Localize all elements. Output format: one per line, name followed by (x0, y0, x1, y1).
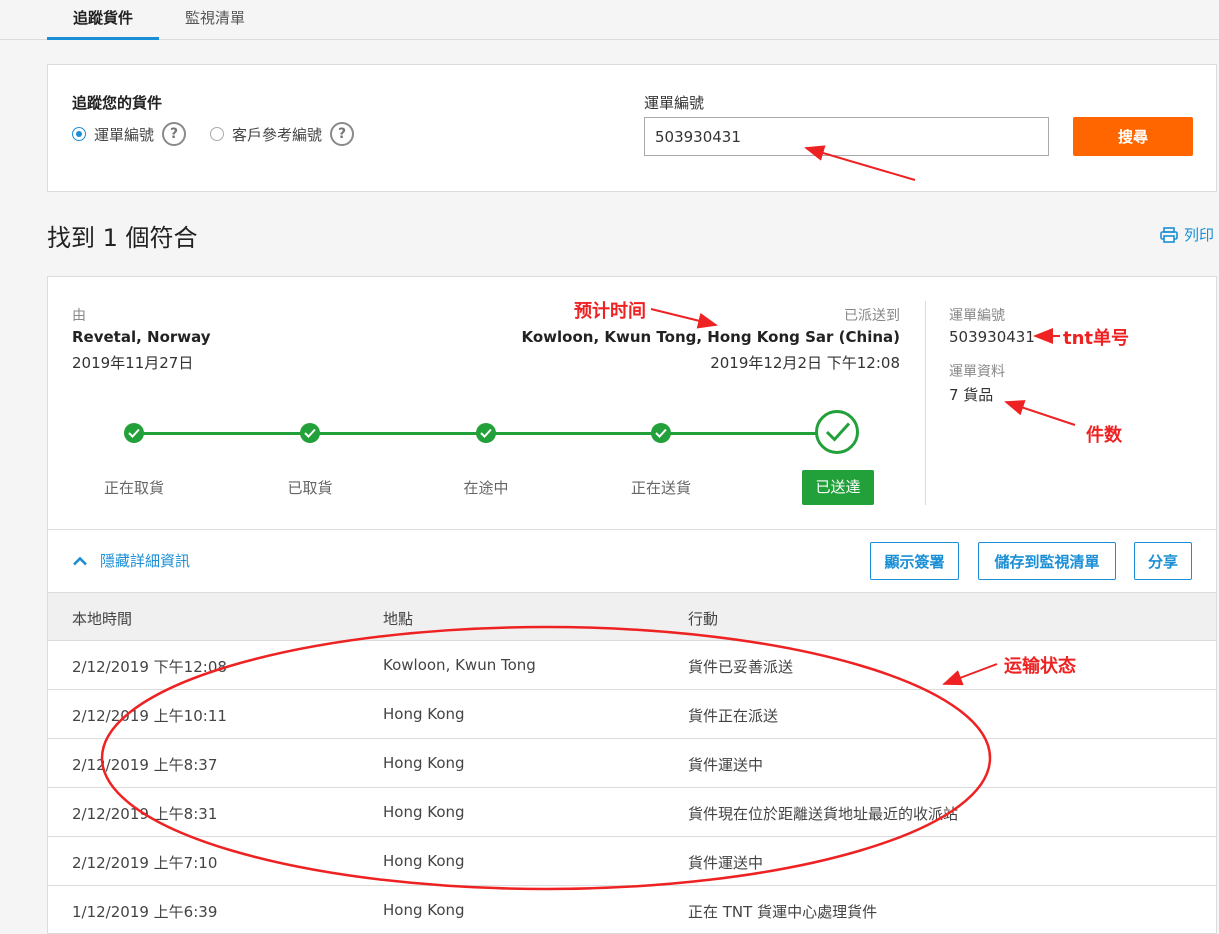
section-divider (48, 529, 1216, 530)
row-time: 1/12/2019 上午6:39 (72, 903, 218, 921)
tab-watchlist[interactable]: 監視清單 (170, 0, 260, 40)
search-type-options: 運單編號 ? 客戶參考編號 ? (72, 122, 355, 146)
origin-date: 2019年11月27日 (72, 354, 194, 372)
row-location: Hong Kong (383, 852, 465, 870)
row-action: 貨件運送中 (688, 756, 764, 774)
step-check-icon (651, 423, 671, 443)
radio-waybill[interactable] (72, 127, 86, 141)
radio-reference[interactable] (210, 127, 225, 141)
waybill-number: 503930431 (949, 328, 1035, 346)
table-row: 2/12/2019 上午8:31 Hong Kong 貨件現在位於距離送貨地址最… (48, 788, 1216, 837)
row-time: 2/12/2019 上午7:10 (72, 854, 218, 872)
show-signature-button[interactable]: 顯示簽署 (870, 542, 959, 580)
annotation-transport-status: 运输状态 (1004, 656, 1076, 677)
delivered-badge: 已送達 (802, 470, 874, 505)
table-row: 1/12/2019 上午6:39 Hong Kong 正在 TNT 貨運中心處理… (48, 886, 1216, 934)
origin-place: Revetal, Norway (72, 328, 211, 346)
shipment-card: 由 Revetal, Norway 2019年11月27日 已派送到 Kowlo… (47, 276, 1217, 934)
row-location: Hong Kong (383, 803, 465, 821)
search-button[interactable]: 搜尋 (1073, 117, 1193, 156)
column-header-location: 地點 (383, 610, 414, 628)
save-to-watchlist-button[interactable]: 儲存到監視清單 (978, 542, 1116, 580)
search-title: 追蹤您的貨件 (72, 94, 163, 112)
search-panel: 追蹤您的貨件 運單編號 ? 客戶參考編號 ? 運單編號 搜尋 (47, 64, 1217, 192)
row-action: 貨件已妥善派送 (688, 658, 794, 676)
delivered-check-icon (815, 410, 859, 454)
step-label-picked-up: 已取貨 (287, 479, 333, 497)
table-header: 本地時間 地點 行動 (48, 592, 1216, 641)
origin-label: 由 (72, 308, 86, 324)
vertical-divider (925, 301, 926, 505)
print-label[interactable]: 列印 (1184, 224, 1214, 245)
waybill-field-label: 運單編號 (644, 94, 705, 112)
delivery-date: 2019年12月2日 下午12:08 (710, 354, 900, 372)
step-label-picking-up: 正在取貨 (103, 479, 164, 497)
hide-details-toggle[interactable]: 隱藏詳細資訊 (72, 550, 190, 571)
destination-place: Kowloon, Kwun Tong, Hong Kong Sar (China… (521, 328, 900, 346)
results-heading: 找到 1 個符合 (47, 224, 198, 252)
printer-icon (1160, 226, 1178, 243)
row-action: 貨件現在位於距離送貨地址最近的收派站 (688, 805, 959, 823)
table-row: 2/12/2019 上午7:10 Hong Kong 貨件運送中 (48, 837, 1216, 886)
annotation-pieces: 件数 (1086, 425, 1122, 446)
row-time: 2/12/2019 上午10:11 (72, 707, 227, 725)
print-link[interactable]: 列印 (1160, 224, 1214, 245)
column-header-action: 行動 (688, 610, 719, 628)
row-time: 2/12/2019 上午8:37 (72, 756, 218, 774)
waybill-input[interactable] (644, 117, 1049, 156)
step-check-icon (124, 423, 144, 443)
piece-count: 7 貨品 (949, 386, 994, 404)
row-location: Hong Kong (383, 754, 465, 772)
row-time: 2/12/2019 上午8:31 (72, 805, 218, 823)
help-icon[interactable]: ? (330, 122, 355, 146)
row-location: Hong Kong (383, 705, 465, 723)
tab-bar: 追蹤貨件 監視清單 (0, 0, 1219, 40)
radio-waybill-label[interactable]: 運單編號 (94, 124, 154, 145)
waybill-label: 運單編號 (949, 308, 1005, 324)
step-check-icon (300, 423, 320, 443)
help-icon[interactable]: ? (162, 122, 187, 146)
destination-label: 已派送到 (844, 308, 900, 324)
column-header-time: 本地時間 (72, 610, 133, 628)
step-check-icon (476, 423, 496, 443)
row-time: 2/12/2019 下午12:08 (72, 658, 227, 676)
chevron-up-icon (73, 556, 87, 565)
annotation-eta: 预计时间 (574, 301, 646, 322)
step-label-out-for-delivery: 正在送貨 (630, 479, 691, 497)
table-row: 2/12/2019 上午8:37 Hong Kong 貨件運送中 (48, 739, 1216, 788)
step-label-in-transit: 在途中 (463, 479, 509, 497)
annotation-tnt-number: tnt单号 (1063, 328, 1130, 349)
radio-reference-label[interactable]: 客戶參考編號 (232, 124, 322, 145)
share-button[interactable]: 分享 (1134, 542, 1192, 580)
tab-track-shipment[interactable]: 追蹤貨件 (47, 0, 159, 40)
row-action: 貨件正在派送 (688, 707, 779, 725)
shipment-info-label: 運單資料 (949, 364, 1005, 380)
hide-details-label[interactable]: 隱藏詳細資訊 (100, 550, 190, 571)
table-row: 2/12/2019 上午10:11 Hong Kong 貨件正在派送 (48, 690, 1216, 739)
row-action: 貨件運送中 (688, 854, 764, 872)
row-location: Kowloon, Kwun Tong (383, 656, 536, 674)
row-action: 正在 TNT 貨運中心處理貨件 (688, 903, 878, 921)
row-location: Hong Kong (383, 901, 465, 919)
